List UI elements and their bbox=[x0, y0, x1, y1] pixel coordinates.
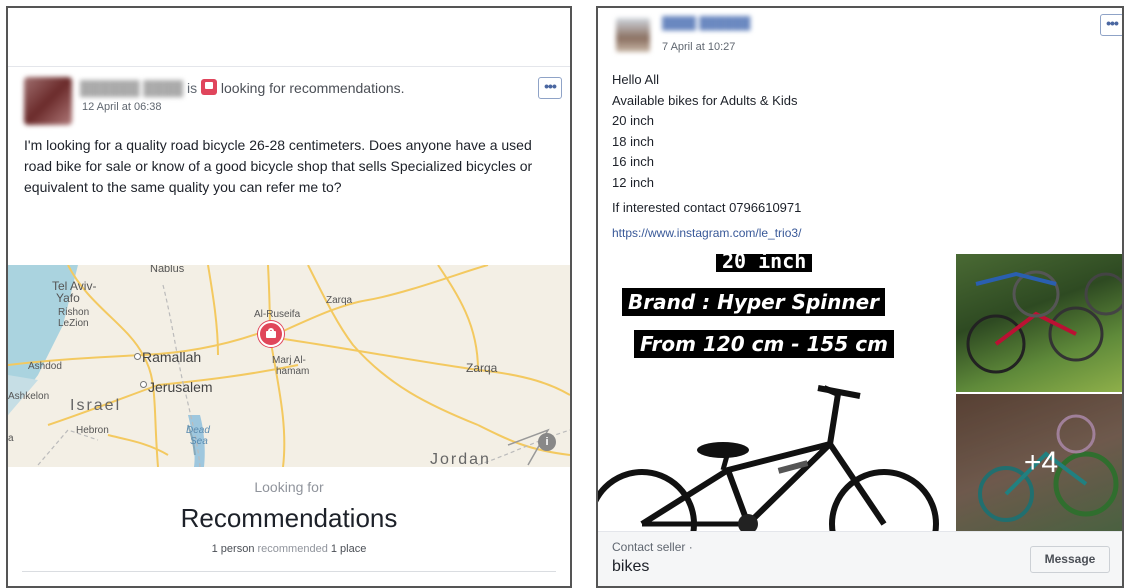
map-label-sea: Sea bbox=[190, 436, 208, 447]
map-label-israel: Israel bbox=[70, 397, 122, 414]
more-options-button[interactable]: ••• bbox=[538, 77, 562, 99]
instagram-link[interactable]: https://www.instagram.com/le_trio3/ bbox=[612, 226, 801, 240]
map-label-jordan: Jordan bbox=[430, 451, 491, 467]
post-timestamp[interactable]: 7 April at 10:27 bbox=[662, 41, 735, 53]
location-map[interactable]: Nablus Tel Aviv- Yafo Rishon LeZion Ashd… bbox=[8, 265, 570, 467]
contact-seller-bar: Contact seller · bikes Message bbox=[598, 531, 1122, 586]
post-header-line: ██████ ████ is looking for recommendatio… bbox=[80, 79, 405, 96]
body-line: Hello All bbox=[612, 72, 659, 87]
ramallah-dot bbox=[134, 353, 141, 360]
recommendation-summary[interactable]: 1 person recommended 1 place bbox=[8, 543, 570, 555]
divider bbox=[22, 571, 556, 572]
message-button[interactable]: Message bbox=[1030, 546, 1110, 573]
map-label-rishon: Rishon bbox=[58, 307, 90, 318]
rec-middle-text: recommended bbox=[254, 543, 331, 555]
map-label-jerusalem: Jerusalem bbox=[148, 379, 213, 395]
bikes-thumbnail-image bbox=[966, 270, 1122, 374]
post-card: ██████ ████ is looking for recommendatio… bbox=[8, 66, 570, 586]
seller-name[interactable]: ████ ██████ bbox=[662, 16, 750, 30]
rec-person-count: 1 person bbox=[211, 543, 255, 555]
map-label-marj-al: Marj Al- bbox=[272, 355, 306, 366]
thumbnail-photo-2[interactable]: +4 bbox=[956, 394, 1122, 534]
post-body: Hello All Available bikes for Adults & K… bbox=[612, 70, 797, 193]
recommendation-badge-icon bbox=[201, 79, 217, 95]
recommendation-post-panel: ██████ ████ is looking for recommendatio… bbox=[6, 6, 572, 588]
map-label-ramallah: Ramallah bbox=[142, 349, 202, 365]
map-pin-icon[interactable] bbox=[258, 321, 284, 347]
promo-range: From 120 cm - 155 cm bbox=[634, 330, 894, 358]
body-line: Available bikes for Adults & Kids bbox=[612, 92, 798, 108]
body-line: 20 inch bbox=[612, 113, 654, 128]
item-title[interactable]: bikes bbox=[612, 558, 649, 576]
looking-for-label: Looking for bbox=[254, 479, 324, 495]
map-label-zarqa-right: Zarqa bbox=[466, 361, 498, 375]
marketplace-post-panel: ████ ██████ 7 April at 10:27 ••• Hello A… bbox=[596, 6, 1124, 588]
map-label-lezion: LeZion bbox=[58, 318, 89, 329]
more-options-button[interactable]: ••• bbox=[1100, 14, 1122, 36]
map-label-a: a bbox=[8, 433, 14, 444]
body-line: 16 inch bbox=[612, 154, 654, 169]
body-line: 12 inch bbox=[612, 174, 654, 190]
author-avatar[interactable] bbox=[24, 77, 72, 125]
recommendations-title[interactable]: Recommendations bbox=[8, 503, 570, 534]
seller-avatar[interactable] bbox=[616, 18, 650, 52]
map-label-al-ruseifa: Al-Ruseifa bbox=[254, 309, 301, 320]
map-label-hamam: hamam bbox=[276, 366, 310, 377]
rec-place-count: 1 place bbox=[330, 543, 367, 555]
promo-brand: Brand : Hyper Spinner bbox=[622, 288, 886, 316]
jerusalem-dot bbox=[140, 381, 147, 388]
map-info-icon[interactable]: i bbox=[538, 433, 556, 451]
map-label-dead: Dead bbox=[186, 425, 210, 436]
map-label-zarqa-top: Zarqa bbox=[326, 295, 353, 306]
post-timestamp[interactable]: 12 April at 06:38 bbox=[82, 101, 162, 113]
more-photos-count[interactable]: +4 bbox=[956, 446, 1122, 480]
contact-line: If interested contact 0796610971 bbox=[612, 200, 802, 215]
activity-text: looking for recommendations. bbox=[220, 80, 405, 96]
is-word: is bbox=[186, 80, 198, 96]
main-photo[interactable]: 20 inch Brand : Hyper Spinner From 120 c… bbox=[598, 254, 954, 534]
promo-size: 20 inch bbox=[716, 254, 813, 272]
bmx-bike-image bbox=[598, 385, 939, 534]
map-label-ashdod: Ashdod bbox=[28, 361, 62, 372]
author-name[interactable]: ██████ ████ bbox=[80, 80, 183, 96]
contact-seller-label: Contact seller · bbox=[612, 540, 693, 554]
map-label-yafo: Yafo bbox=[56, 291, 80, 305]
post-body: I'm looking for a quality road bicycle 2… bbox=[24, 137, 533, 195]
map-label-hebron: Hebron bbox=[76, 425, 109, 436]
map-label-ashkelon: Ashkelon bbox=[8, 391, 50, 402]
body-line: 18 inch bbox=[612, 133, 654, 149]
thumbnail-photo-1[interactable] bbox=[956, 254, 1122, 392]
map-label-nablus: Nablus bbox=[150, 265, 185, 275]
